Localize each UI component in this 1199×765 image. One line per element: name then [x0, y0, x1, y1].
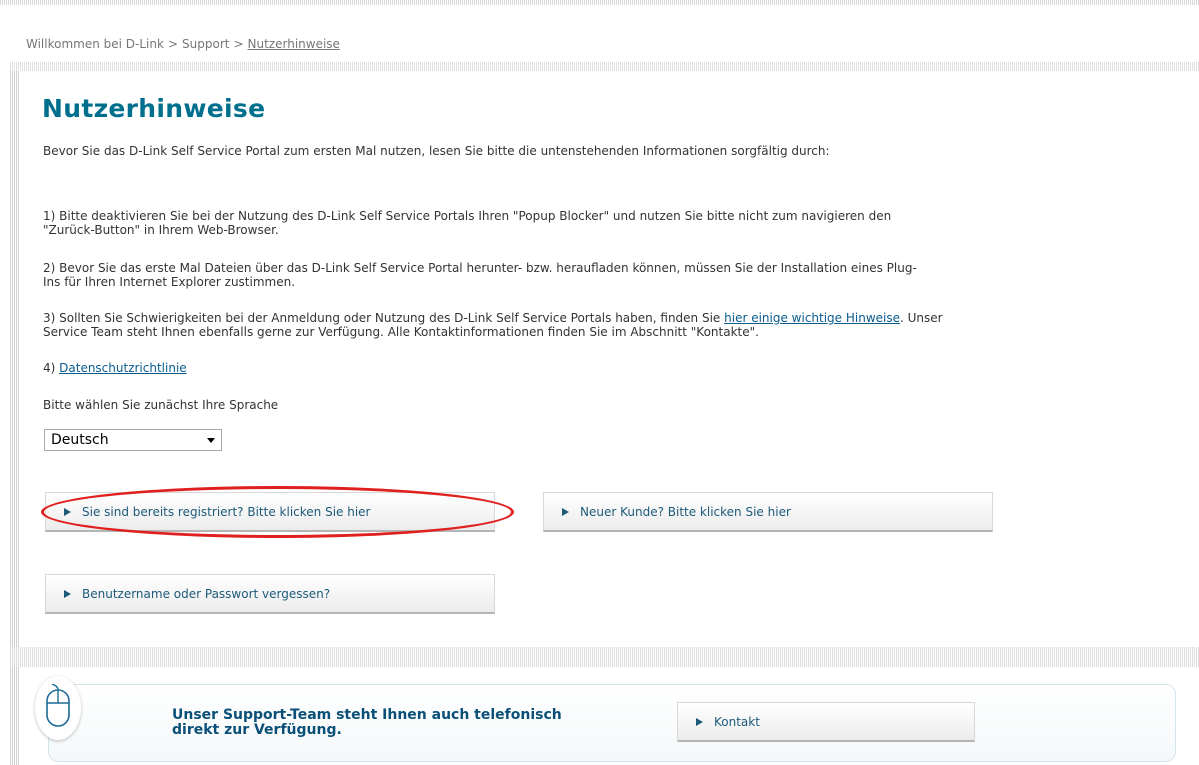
triangle-right-icon: [64, 589, 71, 598]
note-3-suffix: . Unser: [900, 311, 943, 325]
support-message-line-2: direkt zur Verfügung.: [172, 722, 342, 738]
intro-text: Bevor Sie das D-Link Self Service Portal…: [43, 144, 830, 158]
bottom-decorative-rail: [10, 647, 1199, 667]
note-3-prefix: 3) Sollten Sie Schwierigkeiten bei der A…: [43, 311, 725, 325]
language-label: Bitte wählen Sie zunächst Ihre Sprache: [43, 398, 279, 412]
registered-login-button[interactable]: Sie sind bereits registriert? Bitte klic…: [45, 492, 495, 532]
note-1-line-2: "Zurück-Button" in Ihrem Web-Browser.: [43, 223, 279, 237]
breadcrumb-separator: >: [233, 37, 244, 51]
breadcrumb-current[interactable]: Nutzerhinweise: [248, 37, 340, 51]
mouse-icon-graphic: [46, 684, 70, 727]
page-title: Nutzerhinweise: [42, 94, 266, 123]
mouse-icon: [35, 676, 81, 740]
important-hints-link[interactable]: hier einige wichtige Hinweise: [724, 311, 900, 325]
note-3: 3) Sollten Sie Schwierigkeiten bei der A…: [43, 311, 1193, 339]
language-selected-value: Deutsch: [51, 432, 109, 448]
note-4-prefix: 4): [43, 361, 60, 375]
note-1: 1) Bitte deaktivieren Sie bei der Nutzun…: [43, 209, 1193, 237]
registered-login-label: Sie sind bereits registriert? Bitte klic…: [82, 504, 371, 519]
top-decorative-stripe: [0, 0, 1199, 5]
forgot-credentials-label: Benutzername oder Passwort vergessen?: [82, 586, 331, 601]
chevron-down-icon: [207, 438, 215, 443]
breadcrumb-home[interactable]: Willkommen bei D-Link: [26, 37, 164, 51]
note-4: 4) Datenschutzrichtlinie: [43, 361, 1193, 375]
main-content: Nutzerhinweise Bevor Sie das D-Link Self…: [27, 78, 1192, 648]
support-message-line-1: Unser Support-Team steht Ihnen auch tele…: [172, 707, 562, 723]
top-decorative-rail: [10, 62, 1199, 71]
triangle-right-icon: [64, 507, 71, 516]
triangle-right-icon: [696, 717, 703, 726]
note-1-line-1: 1) Bitte deaktivieren Sie bei der Nutzun…: [43, 209, 892, 223]
note-3-line-2: Service Team steht Ihnen ebenfalls gerne…: [43, 325, 759, 339]
privacy-policy-link[interactable]: Datenschutzrichtlinie: [59, 361, 187, 375]
new-customer-label: Neuer Kunde? Bitte klicken Sie hier: [580, 504, 791, 519]
triangle-right-icon: [562, 507, 569, 516]
language-select[interactable]: Deutsch: [44, 429, 222, 451]
breadcrumb: Willkommen bei D-Link > Support > Nutzerhinw…: [26, 37, 340, 51]
note-3-line-1: 3) Sollten Sie Schwierigkeiten bei der A…: [43, 311, 1193, 325]
note-2-line-1: 2) Bevor Sie das erste Mal Dateien über …: [43, 261, 917, 275]
breadcrumb-support[interactable]: Support: [182, 37, 229, 51]
support-message: Unser Support-Team steht Ihnen auch tele…: [172, 708, 562, 738]
forgot-credentials-button[interactable]: Benutzername oder Passwort vergessen?: [45, 574, 495, 614]
contact-button[interactable]: Kontakt: [677, 702, 975, 742]
note-2-line-2: Ins für Ihren Internet Explorer zustimme…: [43, 275, 296, 289]
new-customer-button[interactable]: Neuer Kunde? Bitte klicken Sie hier: [543, 492, 993, 532]
contact-label: Kontakt: [714, 714, 760, 729]
note-2: 2) Bevor Sie das erste Mal Dateien über …: [43, 261, 1193, 289]
breadcrumb-separator: >: [167, 37, 179, 51]
